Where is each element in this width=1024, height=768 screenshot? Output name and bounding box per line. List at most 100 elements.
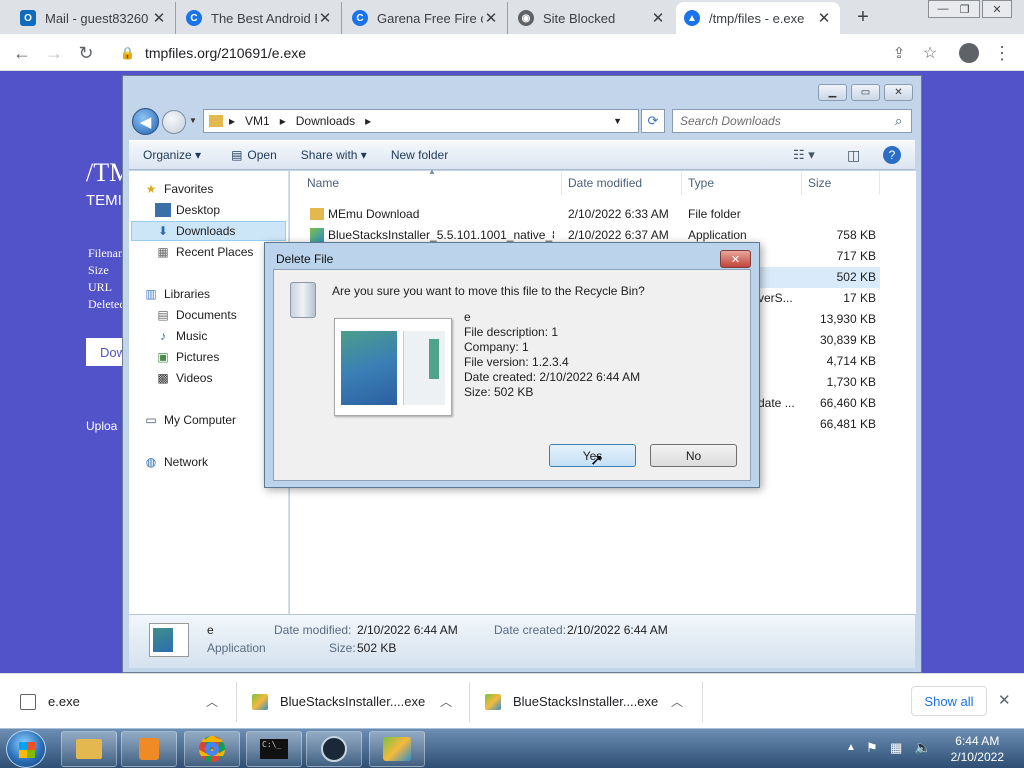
explorer-address-bar[interactable]: ▸ VM1 ▸ Downloads ▸ ▼ (203, 109, 639, 133)
back-arrow-icon[interactable]: ◀ (132, 108, 159, 135)
download-bar: e.exe ︿ BlueStacksInstaller....exe ︿ Blu… (0, 673, 1024, 728)
pictures-icon: ▣ (157, 350, 169, 364)
nav-my-computer[interactable]: ▭ My Computer (143, 410, 236, 430)
search-icon[interactable]: ⌕ (895, 113, 902, 129)
address-bar[interactable]: 🔒 tmpfiles.org/210691/e.exe (110, 38, 916, 67)
nav-music[interactable]: ♪ Music (155, 326, 207, 346)
nav-desktop[interactable]: Desktop (155, 200, 220, 220)
column-header-type[interactable]: Type (682, 171, 802, 195)
show-hidden-icons-icon[interactable]: ▲ (846, 742, 856, 753)
nav-videos[interactable]: ▩ Videos (155, 368, 212, 388)
close-download-bar-icon[interactable]: ✕ (998, 691, 1011, 709)
minimize-button[interactable]: ▁ (818, 84, 847, 101)
chevron-up-icon[interactable]: ︿ (671, 693, 683, 710)
column-header-size[interactable]: Size (802, 171, 880, 195)
nav-recent-places[interactable]: ▦ Recent Places (155, 242, 253, 262)
tab-mail[interactable]: O Mail - guest83260 ✕ (12, 2, 176, 34)
file-info-description: File description: 1 (464, 325, 559, 339)
reload-button[interactable]: ↻ (74, 41, 98, 65)
action-center-flag-icon[interactable]: ⚑ (866, 740, 878, 756)
command-bar: Organize ▾ ▤ Open Share with ▾ New folder… (129, 140, 915, 170)
view-options-icon[interactable]: ☷ ▾ (793, 147, 815, 163)
nav-libraries[interactable]: ▥ Libraries (143, 284, 210, 304)
new-folder-button[interactable]: New folder (391, 148, 448, 162)
breadcrumb-downloads[interactable]: Downloads (296, 114, 355, 128)
details-size-value: 502 KB (357, 641, 397, 655)
close-button[interactable]: ✕ (884, 84, 913, 101)
back-button[interactable]: ← (10, 41, 34, 65)
system-clock[interactable]: 6:44 AM 2/10/2022 (951, 733, 1004, 765)
help-icon[interactable]: ? (883, 146, 901, 164)
details-file-name: e (207, 623, 214, 637)
no-button[interactable]: No (650, 444, 737, 467)
dialog-title: Delete File (276, 252, 334, 266)
taskbar-explorer[interactable] (61, 731, 117, 767)
network-status-icon[interactable]: ▦ (890, 740, 902, 756)
open-icon: ▤ (231, 148, 243, 162)
download-item-bluestacks-2[interactable]: BlueStacksInstaller....exe ︿ (485, 674, 695, 729)
recent-pages-dropdown-icon[interactable]: ▼ (189, 116, 197, 125)
column-header-name[interactable]: Name ▲ (290, 167, 562, 195)
file-info-date-created: Date created: 2/10/2022 6:44 AM (464, 370, 641, 384)
file-row[interactable]: MEmu Download 2/10/2022 6:33 AM File fol… (290, 204, 880, 225)
organize-button[interactable]: Organize ▾ (143, 148, 201, 162)
browser-tab-strip: O Mail - guest83260 ✕ C The Best Android… (0, 0, 1024, 34)
close-window-button[interactable]: ✕ (982, 0, 1012, 18)
breadcrumb-vm1[interactable]: VM1 (245, 114, 270, 128)
tab-tmpfiles[interactable]: ▲ /tmp/files - e.exe ✕ (676, 2, 840, 34)
tab-label: Site Blocked (543, 10, 616, 26)
volume-icon[interactable]: 🔈 (914, 739, 931, 756)
chevron-up-icon[interactable]: ︿ (206, 693, 218, 710)
close-icon[interactable]: ✕ (816, 9, 832, 27)
restore-button[interactable]: ❐ (950, 0, 980, 18)
maximize-button[interactable]: ▭ (851, 84, 880, 101)
tab-garena[interactable]: C Garena Free Fire or ✕ (344, 2, 508, 34)
close-icon[interactable]: ✕ (650, 9, 666, 27)
close-icon[interactable]: ✕ (151, 9, 167, 27)
taskbar-cmd[interactable]: C:\_ (246, 731, 302, 767)
nav-pictures[interactable]: ▣ Pictures (155, 347, 219, 367)
search-downloads-input[interactable]: Search Downloads (672, 109, 912, 133)
desktop-icon (155, 203, 171, 217)
open-button[interactable]: ▤ Open (231, 148, 277, 162)
share-with-button[interactable]: Share with ▾ (301, 148, 367, 162)
chevron-up-icon[interactable]: ︿ (440, 693, 452, 710)
show-all-button[interactable]: Show all (911, 686, 987, 716)
dialog-close-button[interactable]: ✕ (720, 250, 751, 268)
taskbar-bluestacks[interactable] (369, 731, 425, 767)
tab-best-android[interactable]: C The Best Android E ✕ (178, 2, 342, 34)
taskbar-media-player[interactable] (121, 731, 177, 767)
forward-button[interactable]: → (42, 41, 66, 65)
refresh-icon[interactable]: ⟳ (641, 109, 665, 133)
taskbar-steam[interactable] (306, 731, 362, 767)
recycle-bin-icon (290, 282, 316, 318)
share-icon[interactable]: ⇪ (887, 41, 911, 65)
site-download-button[interactable]: Dow (86, 338, 126, 366)
bookmark-star-icon[interactable]: ☆ (918, 41, 942, 65)
nav-network[interactable]: ◍ Network (143, 452, 208, 472)
kebab-menu-icon[interactable]: ⋮ (990, 41, 1014, 65)
taskbar-chrome[interactable] (184, 731, 240, 767)
folder-icon (209, 115, 223, 127)
tab-label: /tmp/files - e.exe (709, 10, 805, 26)
star-icon: ★ (145, 182, 157, 196)
forward-arrow-icon[interactable] (162, 110, 186, 134)
close-icon[interactable]: ✕ (483, 9, 499, 27)
chrome-icon (199, 736, 225, 762)
close-icon[interactable]: ✕ (317, 9, 333, 27)
tab-site-blocked[interactable]: ◉ Site Blocked ✕ (510, 2, 674, 34)
profile-avatar-icon[interactable] (957, 41, 981, 65)
address-dropdown-icon[interactable]: ▼ (613, 116, 622, 126)
column-header-date[interactable]: Date modified (562, 171, 682, 195)
nav-documents[interactable]: ▤ Documents (155, 305, 236, 325)
tab-label: Garena Free Fire or (377, 10, 483, 26)
media-player-icon (139, 738, 159, 760)
nav-favorites[interactable]: ★ Favorites (143, 179, 214, 199)
preview-pane-icon[interactable]: ◫ (847, 147, 860, 164)
start-button[interactable] (6, 730, 46, 768)
nav-downloads[interactable]: ⬇ Downloads (131, 221, 286, 241)
download-item-bluestacks-1[interactable]: BlueStacksInstaller....exe ︿ (252, 674, 462, 729)
download-item-e-exe[interactable]: e.exe ︿ (20, 674, 230, 729)
steam-icon (321, 736, 347, 762)
new-tab-button[interactable]: + (853, 6, 873, 29)
